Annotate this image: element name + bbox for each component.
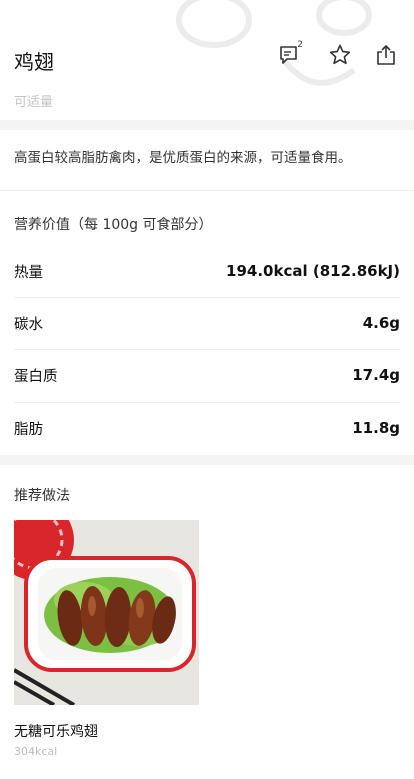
comment-count-badge: 2: [297, 40, 303, 50]
recipe-name: 无糖可乐鸡翅: [14, 724, 98, 740]
recipes-section-title: 推荐做法: [14, 488, 70, 504]
food-recommendation-hint: 可适量: [14, 95, 54, 110]
share-button[interactable]: [371, 40, 401, 70]
section-divider: [0, 455, 414, 465]
food-description: 高蛋白较高脂肪禽肉，是优质蛋白的来源，可适量食用。: [14, 150, 352, 166]
nutrition-section-title: 营养价值（每 100g 可食部分）: [14, 217, 213, 233]
nutrition-row-fat: 脂肪 11.8g: [14, 402, 400, 454]
nutrition-label: 蛋白质: [14, 368, 58, 385]
nutrition-label: 热量: [14, 264, 43, 281]
divider-line: [0, 190, 414, 191]
recipe-calories: 304kcal: [14, 745, 58, 758]
section-divider: [0, 120, 414, 130]
nutrition-value: 194.0kcal (812.86kJ): [226, 262, 400, 280]
favorite-button[interactable]: [325, 40, 355, 70]
nutrition-label: 脂肪: [14, 421, 43, 438]
star-icon: [329, 44, 351, 65]
page-title: 鸡翅: [14, 50, 54, 74]
nutrition-value: 11.8g: [352, 419, 400, 437]
recipe-card[interactable]: 无糖可乐鸡翅 304kcal: [14, 520, 199, 758]
share-icon: [377, 45, 395, 65]
nutrition-row-protein: 蛋白质 17.4g: [14, 349, 400, 401]
nutrition-value: 4.6g: [362, 314, 400, 332]
recipe-image: [14, 520, 199, 705]
nutrition-row-energy: 热量 194.0kcal (812.86kJ): [14, 245, 400, 297]
nutrition-label: 碳水: [14, 316, 43, 333]
comment-button[interactable]: 2: [275, 40, 305, 70]
nutrition-row-carbs: 碳水 4.6g: [14, 297, 400, 349]
nutrition-value: 17.4g: [352, 366, 400, 384]
food-header: 鸡翅 可适量 2: [0, 0, 414, 130]
